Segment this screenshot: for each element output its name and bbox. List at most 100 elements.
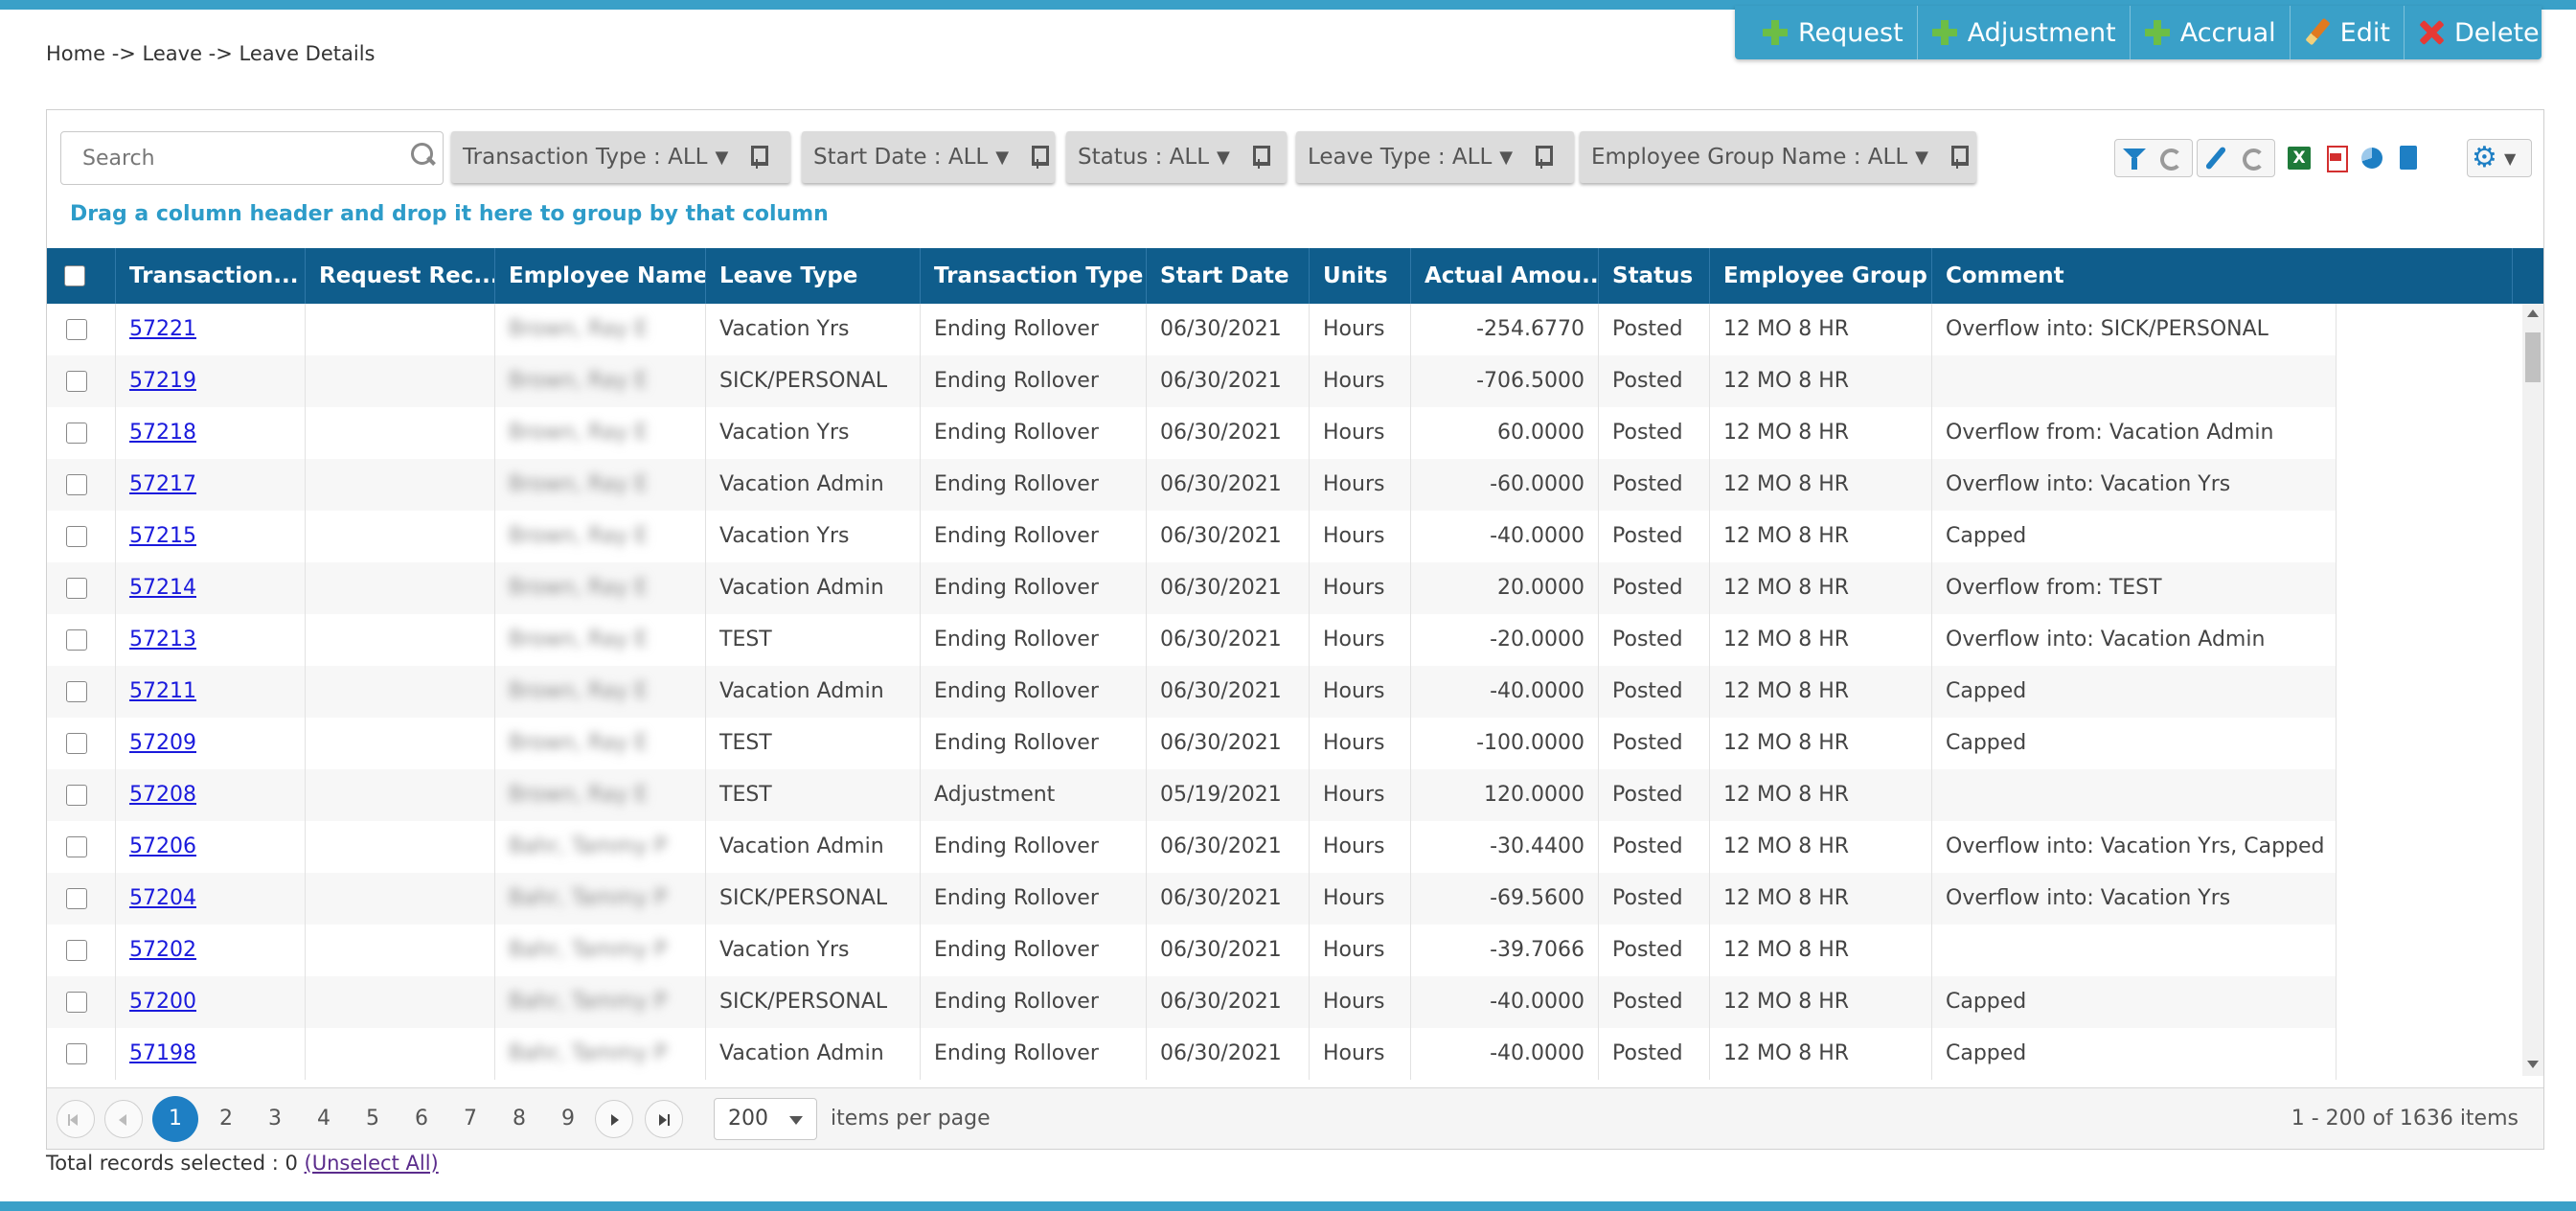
page-number-9[interactable]: 9 (547, 1100, 589, 1138)
prev-page-icon[interactable] (104, 1100, 143, 1138)
column-header-start-date[interactable]: Start Date (1147, 248, 1310, 304)
page-number-5[interactable]: 5 (352, 1100, 394, 1138)
row-checkbox[interactable] (66, 733, 87, 754)
table-row[interactable]: 57211 Brown, Ray E Vacation Admin Ending Ro… (47, 666, 2337, 718)
wrench-icon[interactable] (2198, 140, 2234, 176)
vertical-scrollbar[interactable] (2522, 304, 2543, 1076)
scroll-up-icon[interactable] (2527, 309, 2539, 317)
search-input[interactable] (61, 132, 443, 184)
adjustment-button[interactable]: Adjustment (1918, 6, 2131, 59)
table-row[interactable]: 57219 Brown, Ray E SICK/PERSONAL Ending Rol… (47, 355, 2337, 407)
transaction-link[interactable]: 57214 (129, 576, 196, 600)
filter-leave-type[interactable]: Leave Type : ALL ▼ (1296, 131, 1574, 183)
table-row[interactable]: 57214 Brown, Ray E Vacation Admin Ending Ro… (47, 562, 2337, 614)
table-row[interactable]: 57202 Bahr, Tammy P Vacation Yrs Ending Rol… (47, 925, 2337, 976)
column-header-request-rec[interactable]: Request Rec... (306, 248, 495, 304)
table-row[interactable]: 57215 Brown, Ray E Vacation Yrs Ending Roll… (47, 511, 2337, 562)
transaction-link[interactable]: 57198 (129, 1041, 196, 1065)
column-header-employee-group[interactable]: Employee Group (1710, 248, 1932, 304)
transaction-link[interactable]: 57208 (129, 783, 196, 807)
column-header-units[interactable]: Units (1310, 248, 1411, 304)
refresh-icon[interactable] (2152, 140, 2188, 176)
row-checkbox[interactable] (66, 681, 87, 702)
transaction-link[interactable]: 57215 (129, 524, 196, 548)
row-checkbox[interactable] (66, 1043, 87, 1064)
request-button[interactable]: Request (1748, 6, 1918, 59)
column-header-actual-amount[interactable]: Actual Amou... (1411, 248, 1599, 304)
transaction-link[interactable]: 57221 (129, 317, 196, 341)
row-checkbox[interactable] (66, 578, 87, 599)
column-header-leave-type[interactable]: Leave Type (706, 248, 921, 304)
column-header-transaction[interactable]: Transaction...↓ (116, 248, 306, 304)
row-checkbox[interactable] (66, 474, 87, 495)
transaction-link[interactable]: 57200 (129, 990, 196, 1014)
table-row[interactable]: 57221 Brown, Ray E Vacation Yrs Ending Roll… (47, 304, 2337, 355)
transaction-link[interactable]: 57206 (129, 834, 196, 858)
table-row[interactable]: 57208 Brown, Ray E TEST Adjustment 05/19/202… (47, 769, 2337, 821)
table-row[interactable]: 57209 Brown, Ray E TEST Ending Rollover 06/3… (47, 718, 2337, 769)
search-icon[interactable] (411, 143, 436, 168)
transaction-link[interactable]: 57211 (129, 679, 196, 703)
first-page-icon[interactable] (57, 1100, 95, 1138)
page-number-7[interactable]: 7 (449, 1100, 491, 1138)
page-number-4[interactable]: 4 (303, 1100, 345, 1138)
row-checkbox[interactable] (66, 836, 87, 857)
scroll-down-icon[interactable] (2527, 1061, 2539, 1068)
page-number-6[interactable]: 6 (400, 1100, 443, 1138)
table-row[interactable]: 57204 Bahr, Tammy P SICK/PERSONAL Ending Ro… (47, 873, 2337, 925)
transaction-link[interactable]: 57209 (129, 731, 196, 755)
edit-button[interactable]: Edit (2291, 6, 2405, 59)
row-checkbox[interactable] (66, 992, 87, 1013)
transaction-link[interactable]: 57219 (129, 369, 196, 393)
refresh-icon[interactable] (2234, 140, 2270, 176)
row-checkbox[interactable] (66, 319, 87, 340)
pdf-icon[interactable] (2317, 140, 2354, 176)
transaction-link[interactable]: 57217 (129, 472, 196, 496)
filter-status[interactable]: Status : ALL ▼ (1066, 131, 1287, 183)
table-row[interactable]: 57217 Brown, Ray E Vacation Admin Ending Ro… (47, 459, 2337, 511)
accrual-button[interactable]: Accrual (2131, 6, 2291, 59)
unselect-all-link[interactable]: (Unselect All) (305, 1152, 439, 1175)
column-header-transaction-type[interactable]: Transaction Type (921, 248, 1147, 304)
scroll-thumb[interactable] (2525, 332, 2541, 382)
transaction-link[interactable]: 57218 (129, 421, 196, 445)
column-header-status[interactable]: Status (1599, 248, 1710, 304)
row-checkbox[interactable] (66, 888, 87, 909)
transaction-link[interactable]: 57213 (129, 628, 196, 651)
pin-icon[interactable] (1534, 146, 1554, 169)
filter-employee-group-name[interactable]: Employee Group Name : ALL ▼ (1580, 131, 1976, 183)
next-page-icon[interactable] (595, 1100, 633, 1138)
excel-icon[interactable] (2281, 140, 2317, 176)
row-checkbox[interactable] (66, 785, 87, 806)
row-checkbox[interactable] (66, 423, 87, 444)
table-row[interactable]: 57218 Brown, Ray E Vacation Yrs Ending Roll… (47, 407, 2337, 459)
page-number-1[interactable]: 1 (152, 1096, 198, 1142)
filter-transaction-type[interactable]: Transaction Type : ALL ▼ (451, 131, 790, 183)
page-size-select[interactable]: 200 (714, 1098, 817, 1140)
row-checkbox[interactable] (66, 629, 87, 651)
row-checkbox[interactable] (66, 526, 87, 547)
row-checkbox[interactable] (66, 940, 87, 961)
funnel-icon[interactable] (2115, 140, 2152, 176)
page-number-3[interactable]: 3 (254, 1100, 296, 1138)
delete-button[interactable]: Delete (2405, 6, 2553, 59)
transaction-link[interactable]: 57204 (129, 886, 196, 910)
filter-start-date[interactable]: Start Date : ALL ▼ (802, 131, 1055, 183)
document-icon[interactable] (2390, 140, 2427, 176)
page-number-2[interactable]: 2 (205, 1100, 247, 1138)
select-all-checkbox[interactable] (64, 265, 85, 286)
pin-icon[interactable] (1949, 146, 1969, 169)
pin-icon[interactable] (1030, 146, 1049, 169)
row-checkbox[interactable] (66, 371, 87, 392)
pin-icon[interactable] (749, 146, 769, 169)
column-header-employee-name[interactable]: Employee Name (495, 248, 706, 304)
page-number-8[interactable]: 8 (498, 1100, 540, 1138)
last-page-icon[interactable] (645, 1100, 683, 1138)
table-row[interactable]: 57198 Bahr, Tammy P Vacation Admin Ending R… (47, 1028, 2337, 1080)
pin-icon[interactable] (1251, 146, 1270, 169)
transaction-link[interactable]: 57202 (129, 938, 196, 962)
column-header-comment[interactable]: Comment (1932, 248, 2513, 304)
table-row[interactable]: 57200 Bahr, Tammy P SICK/PERSONAL Ending Ro… (47, 976, 2337, 1028)
table-row[interactable]: 57213 Brown, Ray E TEST Ending Rollover 06/3… (47, 614, 2337, 666)
gear-menu[interactable]: ▼ (2467, 139, 2532, 177)
